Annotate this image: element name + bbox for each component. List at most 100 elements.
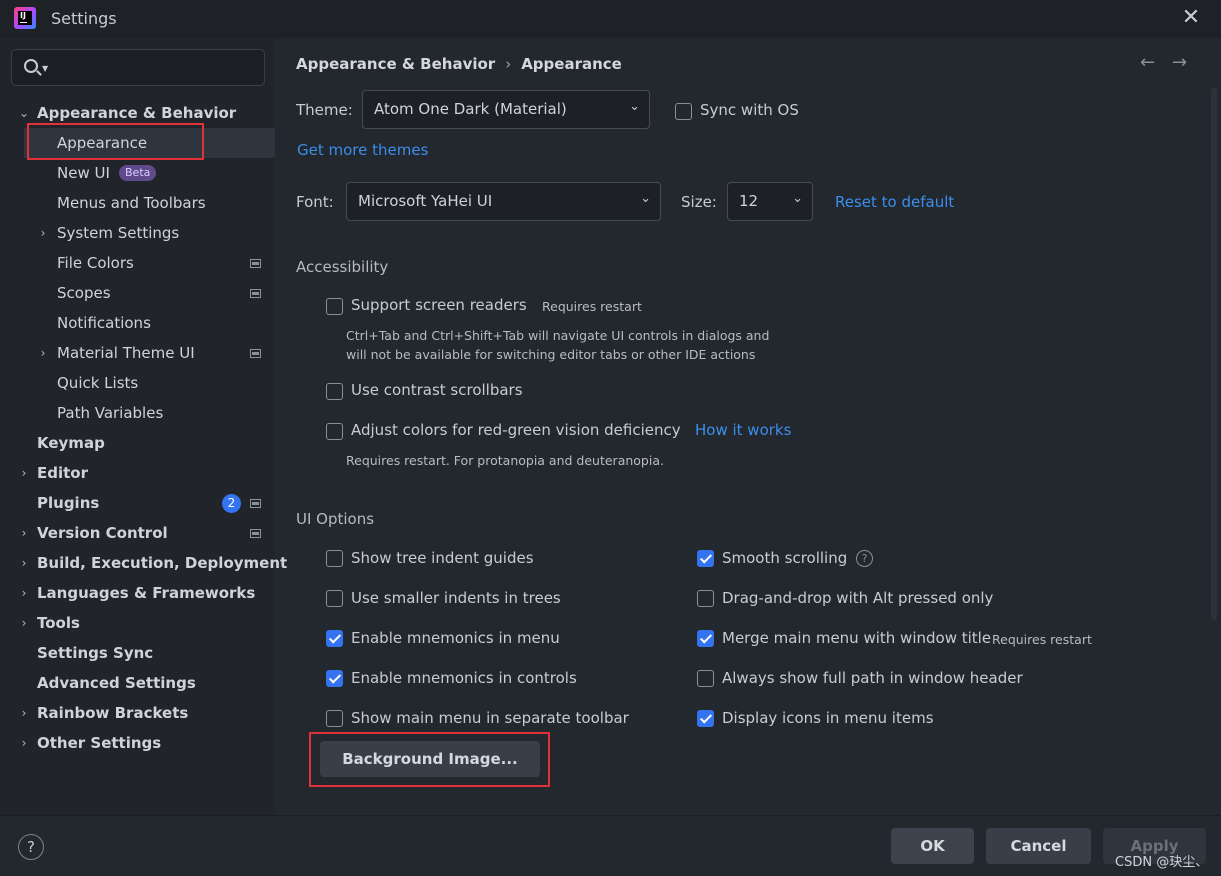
mnemonics-menu-label: Enable mnemonics in menu (351, 629, 560, 647)
dialog-footer: ? OK Cancel Apply CSDN @玦尘、 (0, 815, 1221, 876)
merge-main-menu-note: Requires restart (992, 632, 1092, 647)
sidebar-item-editor[interactable]: › Editor (0, 458, 275, 488)
project-level-icon (250, 289, 261, 298)
drag-drop-alt-label: Drag-and-drop with Alt pressed only (722, 589, 994, 607)
chevron-right-icon[interactable]: › (18, 578, 30, 608)
sidebar-item-new-ui[interactable]: New UI Beta (0, 158, 275, 188)
search-input[interactable]: ▼ (11, 49, 265, 86)
forward-arrow-icon[interactable]: → (1172, 52, 1187, 73)
question-mark-icon[interactable]: ? (856, 550, 873, 567)
chevron-right-icon[interactable]: › (18, 608, 30, 638)
sidebar-item-version-control[interactable]: › Version Control (0, 518, 275, 548)
mnemonics-menu-checkbox[interactable] (326, 630, 343, 647)
menu-icons-label: Display icons in menu items (722, 709, 934, 727)
support-screen-readers-checkbox[interactable] (326, 298, 343, 315)
merge-main-menu-checkbox[interactable] (697, 630, 714, 647)
highlight-box-appearance (27, 123, 204, 160)
color-deficiency-label: Adjust colors for red-green vision defic… (351, 421, 681, 439)
sidebar-item-label: Editor (37, 464, 88, 482)
sync-with-os-checkbox[interactable] (675, 103, 692, 120)
separate-toolbar-checkbox[interactable] (326, 710, 343, 727)
sidebar-item-label: Rainbow Brackets (37, 704, 189, 722)
settings-content: Appearance & Behavior › Appearance ← → The… (276, 38, 1221, 815)
breadcrumb: Appearance & Behavior › Appearance (296, 55, 622, 73)
smooth-scrolling-checkbox[interactable] (697, 550, 714, 567)
sidebar-item-material-theme-ui[interactable]: › Material Theme UI (0, 338, 275, 368)
vertical-scrollbar[interactable] (1211, 88, 1217, 620)
sidebar-item-label: Languages & Frameworks (37, 584, 256, 602)
contrast-scrollbars-checkbox[interactable] (326, 383, 343, 400)
screen-readers-hint-line-1: Ctrl+Tab and Ctrl+Shift+Tab will navigat… (346, 328, 770, 343)
sidebar-item-quick-lists[interactable]: Quick Lists (0, 368, 275, 398)
reset-to-default-link[interactable]: Reset to default (835, 193, 954, 211)
project-level-icon (250, 499, 261, 508)
font-dropdown-value: Microsoft YaHei UI (358, 192, 493, 210)
theme-dropdown[interactable]: Atom One Dark (Material) ⌄ (362, 90, 650, 129)
chevron-right-icon[interactable]: › (18, 518, 30, 548)
sidebar-item-label: Keymap (37, 434, 105, 452)
intellij-app-icon: IJ (14, 7, 36, 29)
sidebar-item-tools[interactable]: › Tools (0, 608, 275, 638)
chevron-right-icon[interactable]: › (18, 458, 30, 488)
theme-label: Theme: (296, 101, 353, 119)
sidebar-item-other-settings[interactable]: › Other Settings (0, 728, 275, 758)
sidebar-item-settings-sync[interactable]: Settings Sync (0, 638, 275, 668)
sidebar-item-system-settings[interactable]: › System Settings (0, 218, 275, 248)
sidebar-item-notifications[interactable]: Notifications (0, 308, 275, 338)
sidebar-item-label: Quick Lists (57, 374, 139, 392)
help-icon[interactable]: ? (18, 834, 44, 860)
ui-options-section-title: UI Options (296, 510, 375, 528)
sidebar-item-plugins[interactable]: Plugins 2 (0, 488, 275, 518)
color-deficiency-checkbox[interactable] (326, 423, 343, 440)
merge-main-menu-label: Merge main menu with window title (722, 629, 992, 647)
font-label: Font: (296, 193, 334, 211)
sidebar-item-languages-frameworks[interactable]: › Languages & Frameworks (0, 578, 275, 608)
theme-dropdown-value: Atom One Dark (Material) (374, 100, 567, 118)
sidebar-item-label: Build, Execution, Deployment (37, 554, 288, 572)
chevron-right-icon[interactable]: › (18, 548, 30, 578)
sidebar-item-menus-toolbars[interactable]: Menus and Toolbars (0, 188, 275, 218)
smooth-scrolling-label: Smooth scrolling (722, 549, 848, 567)
sidebar-item-label: Advanced Settings (37, 674, 196, 692)
project-level-icon (250, 349, 261, 358)
full-path-header-checkbox[interactable] (697, 670, 714, 687)
window-title: Settings (51, 9, 117, 28)
beta-badge: Beta (119, 165, 157, 181)
sidebar-item-keymap[interactable]: Keymap (0, 428, 275, 458)
sidebar-item-label: New UI (57, 164, 110, 182)
drag-drop-alt-checkbox[interactable] (697, 590, 714, 607)
sidebar-item-rainbow-brackets[interactable]: › Rainbow Brackets (0, 698, 275, 728)
csdn-watermark: CSDN @玦尘、 (1115, 855, 1209, 870)
tree-indent-guides-checkbox[interactable] (326, 550, 343, 567)
sidebar-item-scopes[interactable]: Scopes (0, 278, 275, 308)
screen-readers-hint-line-2: will not be available for switching edit… (346, 347, 756, 362)
font-dropdown[interactable]: Microsoft YaHei UI ⌄ (346, 182, 661, 221)
sidebar-item-build-execution-deployment[interactable]: › Build, Execution, Deployment (0, 548, 288, 578)
back-arrow-icon[interactable]: ← (1140, 52, 1155, 73)
font-size-dropdown[interactable]: 12 ⌄ (727, 182, 813, 221)
sidebar-item-advanced-settings[interactable]: Advanced Settings (0, 668, 275, 698)
close-icon[interactable]: ✕ (1180, 6, 1202, 30)
chevron-down-icon: ⌄ (640, 191, 651, 206)
menu-icons-checkbox[interactable] (697, 710, 714, 727)
mnemonics-controls-checkbox[interactable] (326, 670, 343, 687)
breadcrumb-parent[interactable]: Appearance & Behavior (296, 55, 495, 73)
sidebar-item-label: Other Settings (37, 734, 162, 752)
sidebar-item-file-colors[interactable]: File Colors (0, 248, 275, 278)
search-options-chevron-icon[interactable]: ▼ (42, 64, 48, 73)
search-icon (24, 59, 38, 73)
sidebar-item-path-variables[interactable]: Path Variables (0, 398, 275, 428)
chevron-right-icon[interactable]: › (18, 698, 30, 728)
sidebar-item-label: Notifications (57, 314, 151, 332)
chevron-right-icon[interactable]: › (18, 728, 30, 758)
smaller-indents-checkbox[interactable] (326, 590, 343, 607)
get-more-themes-link[interactable]: Get more themes (297, 141, 428, 159)
chevron-right-icon[interactable]: › (37, 218, 49, 248)
chevron-right-icon[interactable]: › (37, 338, 49, 368)
sidebar-item-label: Path Variables (57, 404, 164, 422)
sync-with-os-label: Sync with OS (700, 101, 799, 119)
how-it-works-link[interactable]: How it works (695, 421, 791, 439)
cancel-button[interactable]: Cancel (986, 828, 1091, 864)
ok-button[interactable]: OK (891, 828, 974, 864)
breadcrumb-separator-icon: › (505, 55, 512, 73)
